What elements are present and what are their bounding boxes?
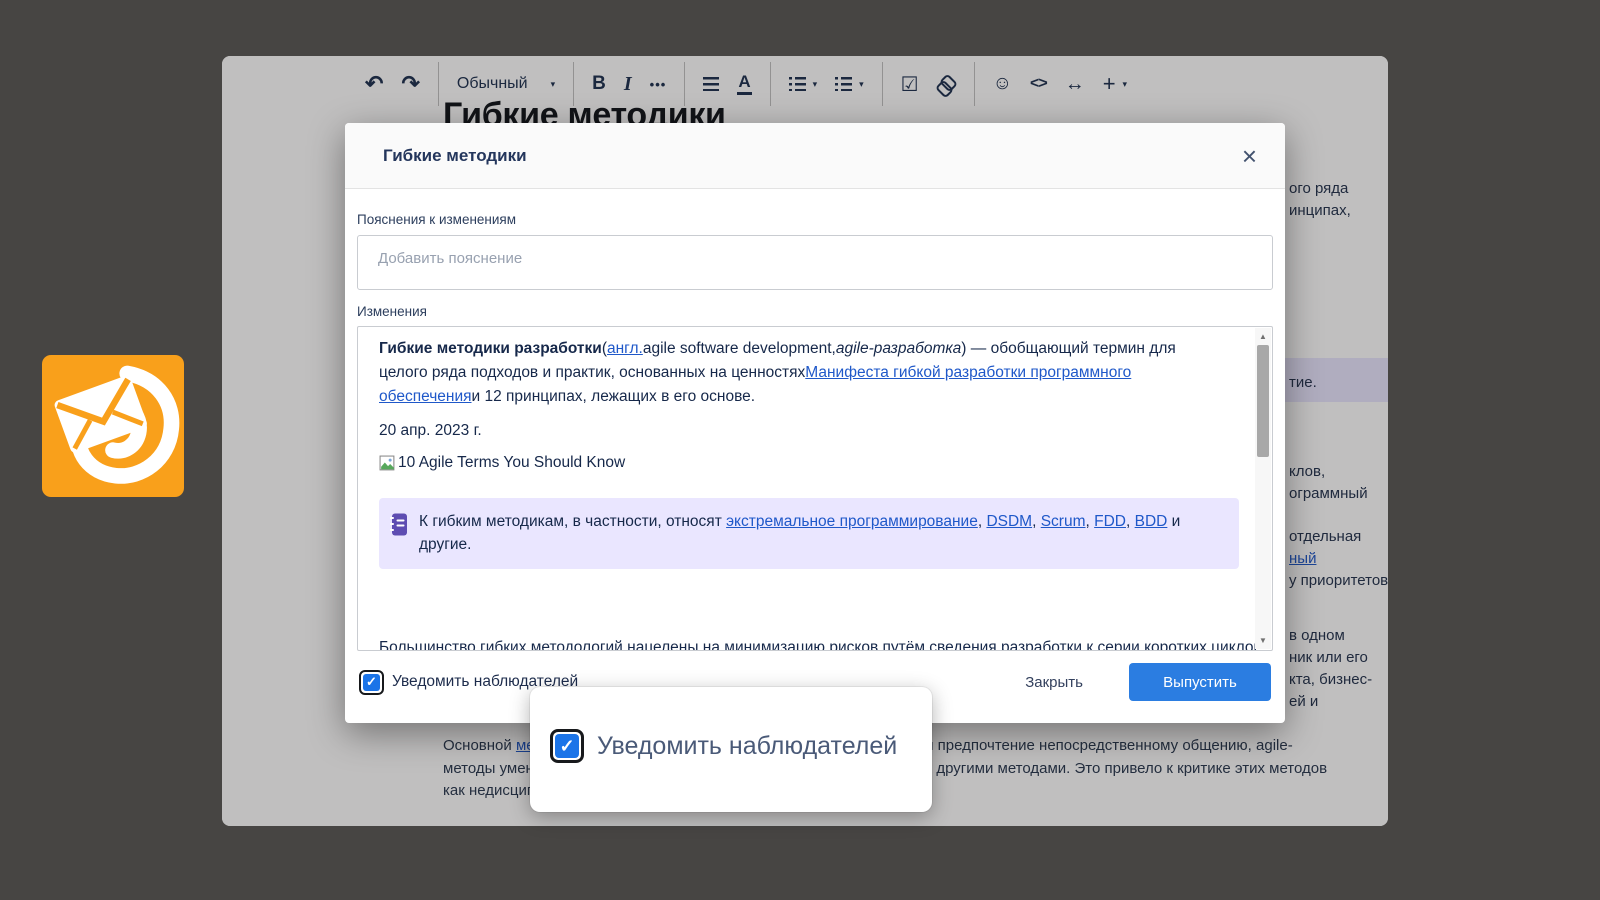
text-run: ,: [1126, 513, 1135, 530]
clipped-paragraph: Большинство гибких методологий нацелены …: [379, 639, 1259, 650]
text-run: К гибким методикам, в частности, относят: [419, 513, 726, 530]
publish-dialog: Гибкие методики × Пояснения к изменениям…: [345, 123, 1285, 723]
comment-input[interactable]: [357, 235, 1273, 290]
mail-app-icon[interactable]: [42, 355, 184, 497]
text-run: и 12 принципах, лежащих в его основе.: [472, 388, 756, 405]
inline-link[interactable]: DSDM: [986, 513, 1032, 530]
note-panel: К гибким методикам, в частности, относят…: [379, 498, 1239, 569]
changes-label: Изменения: [357, 290, 1273, 319]
changes-scrollbar[interactable]: ▲ ▼: [1255, 328, 1271, 649]
text-run: ,: [1086, 513, 1095, 530]
changes-paragraph: Гибкие методики разработки(англ.agile so…: [379, 337, 1226, 409]
publish-button[interactable]: Выпустить: [1129, 663, 1271, 701]
text-run: Гибкие методики разработки: [379, 340, 602, 357]
checkbox-check-icon: ✓: [363, 674, 380, 691]
note-panel-text: К гибким методикам, в частности, относят…: [419, 510, 1221, 556]
text-run: ,: [1032, 513, 1041, 530]
notify-watchers-checkbox[interactable]: ✓: [359, 670, 384, 695]
cancel-button[interactable]: Закрыть: [1005, 666, 1103, 699]
scrollbar-up-icon[interactable]: ▲: [1255, 332, 1271, 341]
magnified-notify-label: Уведомить наблюдателей: [597, 732, 897, 761]
broken-image-icon: [379, 455, 396, 472]
text-run: agile-разработка: [836, 340, 961, 357]
scrollbar-down-icon[interactable]: ▼: [1255, 636, 1271, 645]
magnifier-overlay: ✓ Уведомить наблюдателей: [530, 687, 932, 812]
inline-link[interactable]: англ.: [607, 340, 643, 357]
mail-swoosh-icon: [42, 355, 184, 497]
changes-date: 20 апр. 2023 г.: [379, 419, 1226, 443]
inline-link[interactable]: экстремальное программирование: [726, 513, 978, 530]
dialog-header: Гибкие методики ×: [345, 123, 1285, 189]
inline-link[interactable]: FDD: [1094, 513, 1126, 530]
note-icon: [389, 512, 409, 537]
inline-link[interactable]: BDD: [1135, 513, 1168, 530]
dialog-title: Гибкие методики: [383, 146, 527, 166]
image-alt-text: 10 Agile Terms You Should Know: [398, 451, 625, 475]
close-icon[interactable]: ×: [1242, 143, 1257, 169]
magnified-check-icon: ✓: [555, 734, 579, 758]
changes-preview: Гибкие методики разработки(англ.agile so…: [357, 326, 1273, 651]
comment-label: Пояснения к изменениям: [357, 189, 1273, 227]
text-run: agile software development,: [643, 340, 836, 357]
inline-link[interactable]: Scrum: [1041, 513, 1086, 530]
scrollbar-thumb[interactable]: [1257, 345, 1269, 457]
magnified-notify-checkbox[interactable]: ✓: [550, 729, 584, 763]
